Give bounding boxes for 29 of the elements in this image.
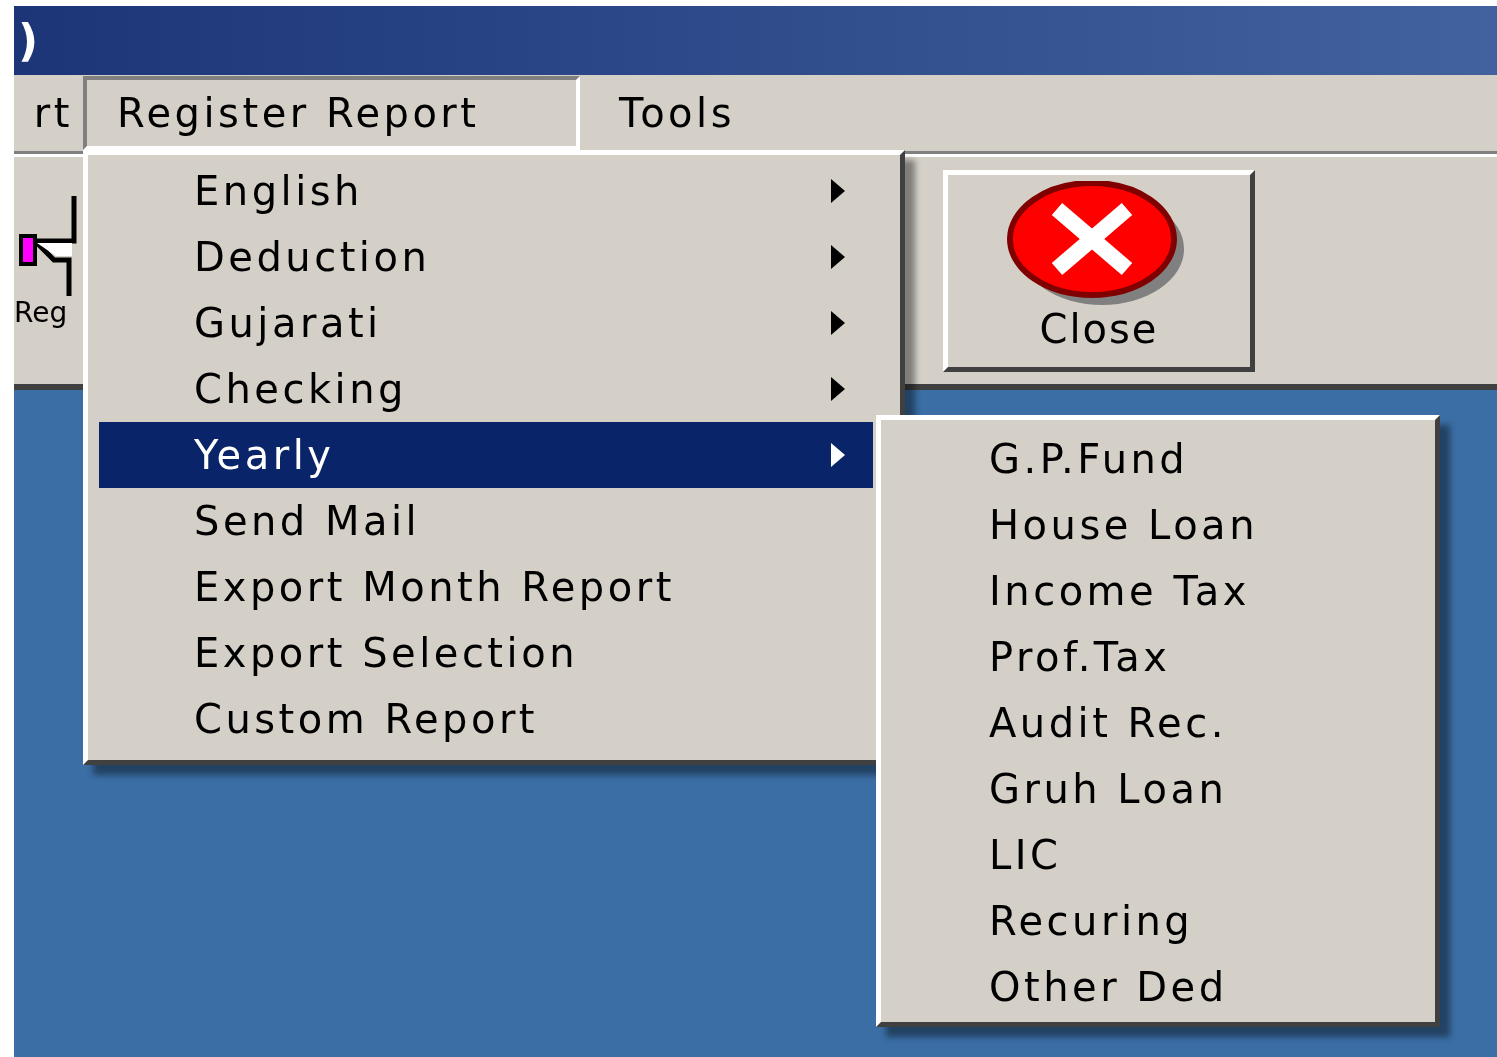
menu-item[interactable]: Other Ded <box>884 954 1432 1020</box>
menu-item[interactable]: House Loan <box>884 492 1432 558</box>
menu-item[interactable]: Yearly <box>99 422 873 488</box>
menu-item[interactable]: G.P.Fund <box>884 426 1432 492</box>
toolbar-button-label[interactable]: Reg <box>14 295 68 329</box>
submenu-arrow-icon <box>831 245 845 269</box>
menu-item[interactable]: Export Selection <box>99 620 873 686</box>
menu-item[interactable]: LIC <box>884 822 1432 888</box>
submenu-arrow-icon <box>831 311 845 335</box>
menu-item[interactable]: Custom Report <box>99 686 873 752</box>
menu-bar-item[interactable]: Tools <box>615 76 740 150</box>
menu-item[interactable]: Audit Rec. <box>884 690 1432 756</box>
menu-item[interactable]: Deduction <box>99 224 873 290</box>
menu-item[interactable]: Recuring <box>884 888 1432 954</box>
menu-item[interactable]: Export Month Report <box>99 554 873 620</box>
window-title: ) <box>18 15 42 66</box>
menu-bar-item[interactable]: rt <box>14 76 83 150</box>
menu-item[interactable]: Income Tax <box>884 558 1432 624</box>
submenu-arrow-icon <box>831 179 845 203</box>
menu-item[interactable]: English <box>99 158 873 224</box>
submenu-arrow-icon <box>831 443 845 467</box>
menu-item[interactable]: Prof.Tax <box>884 624 1432 690</box>
submenu-arrow-icon <box>831 377 845 401</box>
close-button[interactable]: Close <box>943 169 1255 372</box>
menu-item[interactable]: Checking <box>99 356 873 422</box>
menu-item[interactable]: Gruh Loan <box>884 756 1432 822</box>
menu-bar-item[interactable]: Register Report <box>83 76 580 150</box>
menu-item[interactable]: Send Mail <box>99 488 873 554</box>
menu-item[interactable]: Gujarati <box>99 290 873 356</box>
